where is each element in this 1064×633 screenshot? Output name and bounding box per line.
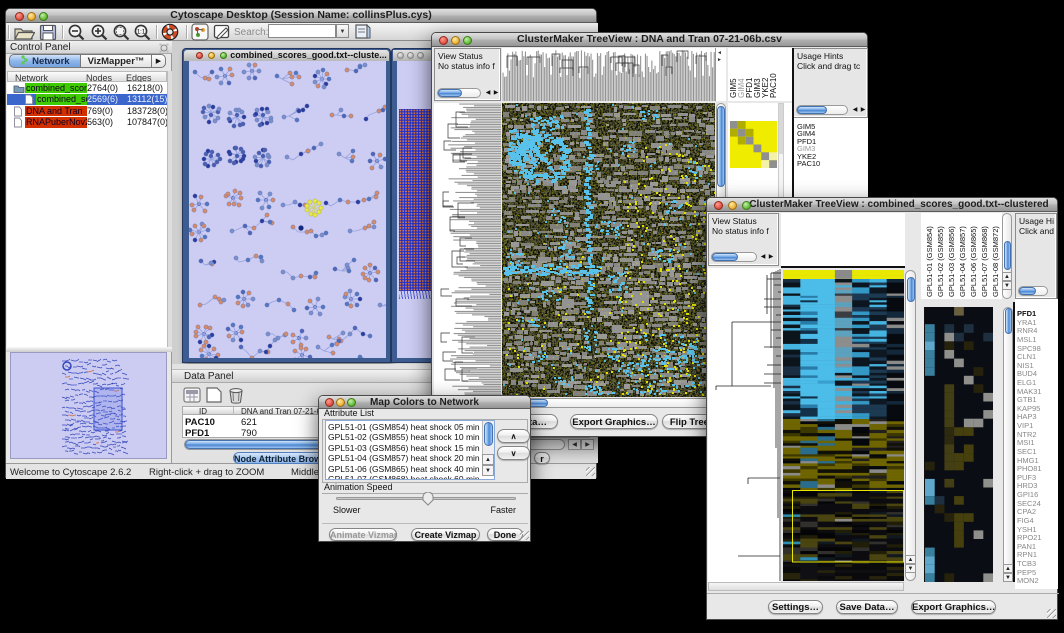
svg-text:PAC10: PAC10 bbox=[769, 73, 778, 98]
svg-text:GPL51-07 (GSM868): GPL51-07 (GSM868) bbox=[980, 226, 989, 297]
svg-text:1:1: 1:1 bbox=[137, 30, 146, 36]
svg-text:GPL51-08 (GSM872): GPL51-08 (GSM872) bbox=[991, 226, 1000, 297]
svg-text:GPL51-02 (GSM855): GPL51-02 (GSM855) bbox=[936, 226, 945, 297]
svg-text:GPL51-04 (GSM857): GPL51-04 (GSM857) bbox=[958, 226, 967, 297]
svg-text:GPL51-03 (GSM856): GPL51-03 (GSM856) bbox=[947, 226, 956, 297]
svg-text:GPL51-01 (GSM854): GPL51-01 (GSM854) bbox=[925, 226, 934, 297]
svg-text:GPL51-06 (GSM865): GPL51-06 (GSM865) bbox=[969, 226, 978, 297]
